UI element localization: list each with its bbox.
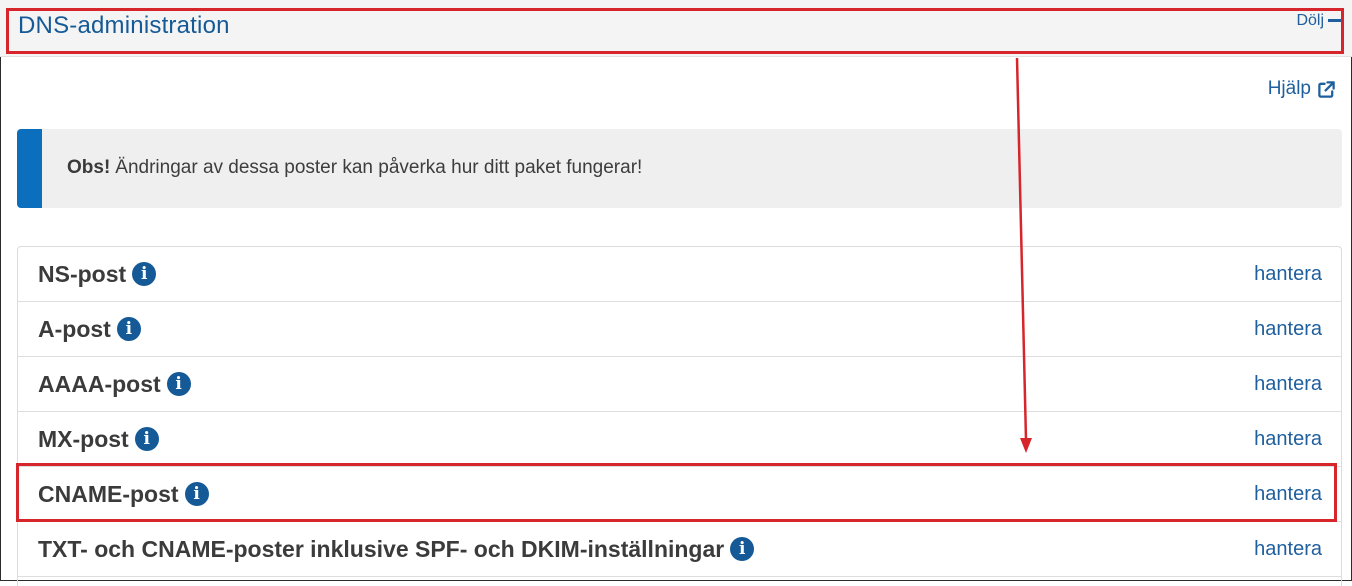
manage-link[interactable]: hantera [1254,483,1322,506]
collapse-toggle-label: Dölj [1296,12,1324,29]
manage-link[interactable]: hantera [1254,428,1322,451]
record-name: AAAA-post i [38,371,191,398]
record-row-mx: MX-post i hantera [18,412,1341,467]
record-name: A-post i [38,316,141,343]
info-icon[interactable]: i [730,537,755,561]
record-name: TXT- och CNAME-poster inklusive SPF- och… [38,535,755,563]
help-link-label: Hjälp [1267,78,1311,99]
page-title: DNS-administration [18,12,230,39]
record-row-a: A-post i hantera [18,302,1341,357]
record-label: TXT- och CNAME-poster inklusive SPF- och… [38,535,725,562]
record-label: CNAME-post [38,480,179,507]
record-row-cname: CNAME-post i hantera [18,467,1341,522]
info-icon[interactable]: i [132,262,157,286]
dns-record-list: NS-post i hantera A-post i hantera AAAA-… [17,246,1342,586]
manage-link[interactable]: hantera [1254,318,1322,341]
record-row-aaaa: AAAA-post i hantera [18,357,1341,412]
notice-accent-bar [17,129,42,208]
minus-icon [1328,18,1342,22]
record-row-ns: NS-post i hantera [18,247,1341,302]
record-row-txt: TXT- och CNAME-poster inklusive SPF- och… [18,522,1341,577]
notice-strong: Obs! [67,157,111,178]
warning-notice: Obs! Ändringar av dessa poster kan påverk… [17,129,1342,208]
notice-message: Ändringar av dessa poster kan påverka hu… [115,157,643,178]
record-label: NS-post [38,260,127,287]
record-label: MX-post [38,425,129,452]
notice-text: Obs! Ändringar av dessa poster kan påverk… [67,157,642,179]
manage-link[interactable]: hantera [1254,538,1322,561]
record-name: MX-post i [38,426,159,453]
record-name: NS-post i [38,260,157,288]
panel-header: DNS-administration Dölj [0,0,1352,57]
record-label: AAAA-post [38,370,161,397]
collapse-toggle[interactable]: Dölj [1296,12,1342,30]
info-icon[interactable]: i [166,372,191,396]
help-link[interactable]: Hjälp [1268,78,1336,100]
info-icon[interactable]: i [184,482,209,506]
external-link-icon [1318,80,1335,98]
record-name: CNAME-post i [38,481,209,508]
manage-link[interactable]: hantera [1254,263,1322,286]
info-icon[interactable]: i [134,427,159,451]
info-icon[interactable]: i [116,317,141,341]
record-label: A-post [38,315,111,342]
manage-link[interactable]: hantera [1254,373,1322,396]
